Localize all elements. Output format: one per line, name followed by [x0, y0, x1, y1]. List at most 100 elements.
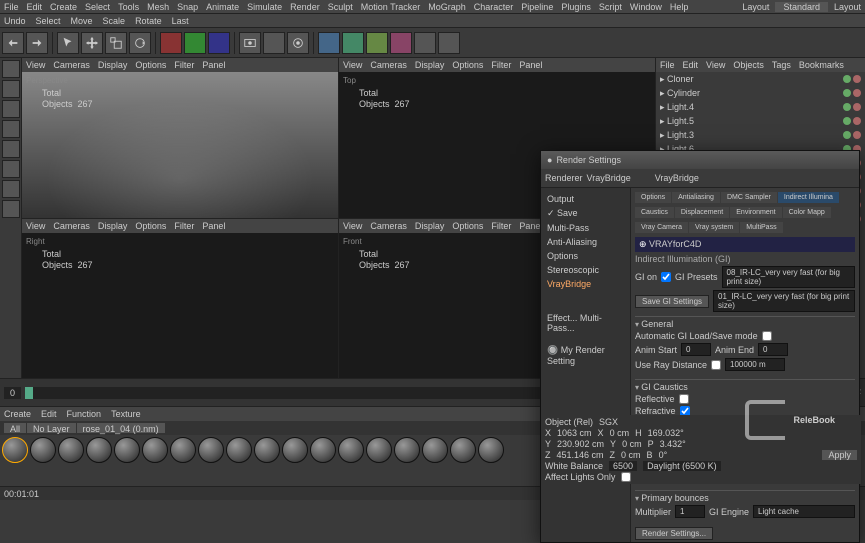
- tab-colormap[interactable]: Color Mapp: [783, 207, 831, 218]
- tab-displacement[interactable]: Displacement: [675, 207, 729, 218]
- render-settings-button-inner[interactable]: Render Settings...: [635, 527, 713, 540]
- material-ball[interactable]: [226, 437, 252, 463]
- menu-sculpt[interactable]: Sculpt: [328, 2, 353, 12]
- material-ball[interactable]: [142, 437, 168, 463]
- material-ball[interactable]: [254, 437, 280, 463]
- anim-start-field[interactable]: 0: [681, 343, 711, 356]
- coord-mode[interactable]: Object (Rel): [545, 417, 593, 427]
- camera-button[interactable]: [414, 32, 436, 54]
- cmd-move[interactable]: Move: [71, 16, 93, 26]
- mat-tab-rose[interactable]: rose_01_04 (0.nm): [77, 423, 165, 433]
- cube-primitive[interactable]: [318, 32, 340, 54]
- menu-plugins[interactable]: Plugins: [561, 2, 591, 12]
- effect-button[interactable]: Effect...: [547, 313, 577, 323]
- tab-vraycamera[interactable]: Vray Camera: [635, 222, 688, 233]
- y-axis-toggle[interactable]: [184, 32, 206, 54]
- menu-snap[interactable]: Snap: [177, 2, 198, 12]
- menu-mesh[interactable]: Mesh: [147, 2, 169, 12]
- vp-menu-filter[interactable]: Filter: [174, 60, 194, 70]
- point-mode[interactable]: [2, 120, 20, 138]
- affect-lights-checkbox[interactable]: [621, 472, 631, 482]
- opt-output[interactable]: Output: [545, 192, 626, 206]
- anim-end-field[interactable]: 0: [758, 343, 788, 356]
- mat-tab-all[interactable]: All: [4, 423, 26, 433]
- render-settings-button[interactable]: [287, 32, 309, 54]
- gi-preset-select[interactable]: 08_IR-LC_very very fast (for big print s…: [722, 266, 855, 288]
- apply-button[interactable]: Apply: [822, 450, 857, 460]
- menu-window[interactable]: Window: [630, 2, 662, 12]
- tab-dmc[interactable]: DMC Sampler: [721, 192, 777, 203]
- opt-save[interactable]: ✓ Save: [545, 206, 626, 221]
- material-ball[interactable]: [114, 437, 140, 463]
- material-ball[interactable]: [86, 437, 112, 463]
- save-gi-field[interactable]: 01_IR-LC_very very fast (for big print s…: [713, 290, 855, 312]
- menu-render[interactable]: Render: [290, 2, 320, 12]
- menu-pipeline[interactable]: Pipeline: [521, 2, 553, 12]
- material-ball[interactable]: [30, 437, 56, 463]
- menu-simulate[interactable]: Simulate: [247, 2, 282, 12]
- opt-vraybridge[interactable]: VrayBridge: [545, 277, 626, 291]
- viewport-perspective[interactable]: View Cameras Display Options Filter Pane…: [22, 58, 338, 218]
- workplane-mode[interactable]: [2, 200, 20, 218]
- menu-script[interactable]: Script: [599, 2, 622, 12]
- objmgr-bookmarks[interactable]: Bookmarks: [799, 60, 844, 70]
- menu-edit[interactable]: Edit: [27, 2, 43, 12]
- material-ball[interactable]: [310, 437, 336, 463]
- tab-caustics[interactable]: Caustics: [635, 207, 674, 218]
- mat-function[interactable]: Function: [67, 409, 102, 419]
- tab-vraysystem[interactable]: Vray system: [689, 222, 739, 233]
- opt-stereo[interactable]: Stereoscopic: [545, 263, 626, 277]
- mat-edit[interactable]: Edit: [41, 409, 57, 419]
- vp-menu-options[interactable]: Options: [135, 60, 166, 70]
- deformer-button[interactable]: [390, 32, 412, 54]
- redo-button[interactable]: [26, 32, 48, 54]
- opt-options[interactable]: Options: [545, 249, 626, 263]
- menu-mograph[interactable]: MoGraph: [428, 2, 466, 12]
- texture-mode[interactable]: [2, 180, 20, 198]
- cmd-rotate[interactable]: Rotate: [135, 16, 162, 26]
- x-axis-toggle[interactable]: [160, 32, 182, 54]
- renderer-select[interactable]: VrayBridge: [587, 173, 631, 183]
- viewport-right[interactable]: ViewCamerasDisplayOptionsFilterPanel Rig…: [22, 219, 338, 379]
- tab-options[interactable]: Options: [635, 192, 671, 203]
- object-row[interactable]: ▸ Light.4: [656, 100, 865, 114]
- object-row[interactable]: ▸ Cylinder: [656, 86, 865, 100]
- layout-value[interactable]: Standard: [775, 2, 828, 12]
- wb-preset[interactable]: Daylight (6500 K): [643, 461, 721, 471]
- objmgr-edit[interactable]: Edit: [683, 60, 699, 70]
- generator-button[interactable]: [366, 32, 388, 54]
- tab-antialiasing[interactable]: Antialiasing: [672, 192, 720, 203]
- menu-animate[interactable]: Animate: [206, 2, 239, 12]
- material-ball[interactable]: [394, 437, 420, 463]
- menu-help[interactable]: Help: [670, 2, 689, 12]
- material-ball[interactable]: [450, 437, 476, 463]
- dialog-title[interactable]: ● Render Settings: [541, 151, 859, 169]
- menu-select[interactable]: Select: [85, 2, 110, 12]
- mat-create[interactable]: Create: [4, 409, 31, 419]
- light-button[interactable]: [438, 32, 460, 54]
- cmd-select[interactable]: Select: [36, 16, 61, 26]
- render-button[interactable]: [239, 32, 261, 54]
- scale-tool[interactable]: [105, 32, 127, 54]
- object-row[interactable]: ▸ Cloner: [656, 72, 865, 86]
- vp-menu-display[interactable]: Display: [98, 60, 128, 70]
- auto-gi-checkbox[interactable]: [762, 331, 772, 341]
- undo-button[interactable]: [2, 32, 24, 54]
- edge-mode[interactable]: [2, 140, 20, 158]
- material-ball[interactable]: [2, 437, 28, 463]
- gi-engine-select[interactable]: Light cache: [753, 505, 855, 518]
- move-tool[interactable]: [81, 32, 103, 54]
- menu-create[interactable]: Create: [50, 2, 77, 12]
- my-render-setting[interactable]: My Render Setting: [547, 345, 605, 366]
- wb-field[interactable]: 6500: [609, 461, 637, 471]
- menu-character[interactable]: Character: [474, 2, 514, 12]
- material-ball[interactable]: [366, 437, 392, 463]
- cmd-undo[interactable]: Undo: [4, 16, 26, 26]
- opt-multipass[interactable]: Multi-Pass: [545, 221, 626, 235]
- mat-texture[interactable]: Texture: [111, 409, 141, 419]
- menu-tools[interactable]: Tools: [118, 2, 139, 12]
- material-ball[interactable]: [282, 437, 308, 463]
- save-gi-button[interactable]: Save GI Settings: [635, 295, 709, 308]
- object-row[interactable]: ▸ Light.3: [656, 128, 865, 142]
- material-ball[interactable]: [338, 437, 364, 463]
